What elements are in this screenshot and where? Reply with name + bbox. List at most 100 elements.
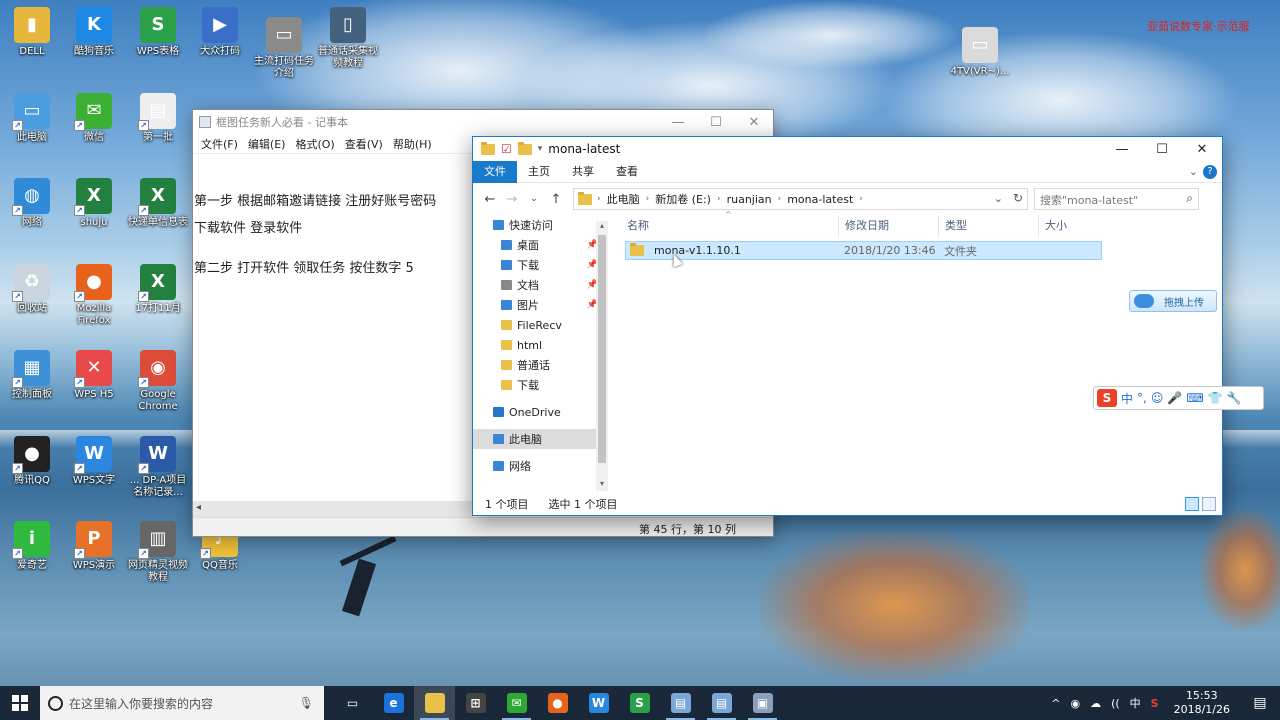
desktop-icon[interactable]: W ↗ WPS文字 [62, 436, 126, 487]
menu-format[interactable]: 格式(O) [290, 134, 339, 153]
search-icon[interactable]: ⌕ [1186, 191, 1193, 206]
scroll-up-icon[interactable]: ▴ [596, 221, 608, 233]
nav-item[interactable]: 普通话 [473, 355, 608, 375]
help-icon[interactable]: ? [1203, 165, 1217, 179]
desktop-icon[interactable]: ✉ ↗ 微信 [62, 93, 126, 144]
nav-item[interactable]: FileRecv [473, 315, 608, 335]
nav-item[interactable]: 快速访问 [473, 215, 608, 235]
desktop-icon[interactable]: ▭ 4TV(VR~)... [948, 27, 1012, 78]
nav-item[interactable]: 下载 📌 [473, 255, 608, 275]
scroll-left-icon[interactable]: ◂ [196, 502, 201, 513]
tab-share[interactable]: 共享 [561, 161, 605, 183]
desktop-icon[interactable]: ▭ ↗ 此电脑 [0, 93, 64, 144]
desktop-icon[interactable]: ● ↗ Mozilla Firefox [62, 264, 126, 327]
menu-edit[interactable]: 编辑(E) [243, 134, 291, 153]
taskbar-app-notepad[interactable]: ▤ [660, 686, 701, 720]
desktop-icon[interactable]: ▶ 大众打码 [188, 7, 252, 58]
desktop-icon[interactable]: ◍ ↗ 网络 [0, 178, 64, 229]
large-icons-view-icon[interactable] [1202, 497, 1216, 511]
navigation-scrollbar[interactable]: ▴ ▾ [596, 221, 608, 491]
microphone-icon[interactable]: 🎙 [299, 696, 314, 710]
new-folder-icon[interactable] [517, 141, 532, 155]
desktop-icon[interactable]: ▤ ↗ 第一批 [126, 93, 190, 144]
taskbar-app-edge[interactable]: e [373, 686, 414, 720]
notepad-text-area[interactable]: 第一步 根据邮箱邀请链接 注册好账号密码 下载软件 登录软件 第二步 打开软件 … [194, 188, 472, 282]
close-button[interactable]: ✕ [735, 110, 773, 134]
desktop-icon[interactable]: ◉ ↗ Google Chrome [126, 350, 190, 413]
tab-file[interactable]: 文件 [473, 160, 517, 183]
start-button[interactable] [0, 686, 40, 720]
tab-home[interactable]: 主页 [517, 161, 561, 183]
desktop-icon[interactable]: W ↗... DP-A项目名称记录... [126, 436, 190, 499]
horizontal-scrollbar[interactable]: ◂ [193, 501, 475, 517]
ime-punctuation-icon[interactable]: °, [1137, 391, 1147, 405]
desktop-icon[interactable]: ✕ ↗ WPS H5 [62, 350, 126, 401]
search-input[interactable]: 搜索"mona-latest" ⌕ [1034, 188, 1199, 210]
nav-item[interactable]: 桌面 📌 [473, 235, 608, 255]
customize-dropdown-icon[interactable]: ▾ [538, 144, 543, 154]
breadcrumb-mona-latest[interactable]: mona-latest [787, 193, 853, 206]
file-explorer-window[interactable]: ☑ ▾ mona-latest — ☐ ✕ 文件 主页 共享 查看 ⌄ ? ← … [472, 136, 1223, 516]
nav-item[interactable]: OneDrive [473, 402, 608, 422]
taskbar-app-wps-writer[interactable]: W [578, 686, 619, 720]
chevron-down-icon[interactable]: ⌄ [1189, 161, 1198, 183]
input-language-icon[interactable]: 中 [1125, 695, 1146, 711]
nav-item[interactable]: 此电脑 [473, 429, 608, 449]
nav-item[interactable]: 网络 [473, 456, 608, 476]
taskbar-app-wechat[interactable]: ✉ [496, 686, 537, 720]
sogou-logo-icon[interactable]: S [1097, 389, 1117, 407]
tab-view[interactable]: 查看 [605, 161, 649, 183]
taskbar-app-notepad-2[interactable]: ▤ [701, 686, 742, 720]
desktop-icon[interactable]: ▭ 主流打码任务介绍 [252, 17, 316, 80]
taskbar-search[interactable]: 在这里输入你要搜索的内容 🎙 [40, 686, 324, 720]
taskbar-app-store[interactable]: ⊞ [455, 686, 496, 720]
menu-file[interactable]: 文件(F) [196, 134, 243, 153]
scroll-down-icon[interactable]: ▾ [596, 479, 608, 491]
ime-keyboard-icon[interactable]: ⌨ [1186, 391, 1203, 405]
nav-item[interactable]: 图片 📌 [473, 295, 608, 315]
sogou-tray-icon[interactable]: S [1146, 697, 1164, 710]
nav-item[interactable]: 下载 [473, 375, 608, 395]
taskbar-app-file-explorer[interactable] [414, 686, 455, 720]
show-hidden-icons[interactable]: ^ [1046, 697, 1065, 710]
ime-voice-icon[interactable]: 🎤 [1167, 391, 1182, 405]
maximize-button[interactable]: ☐ [697, 110, 735, 134]
back-arrow-icon[interactable]: ← [479, 192, 501, 207]
ime-emoji-icon[interactable]: ☺ [1151, 391, 1164, 405]
address-dropdown-icon[interactable]: ⌄ [994, 192, 1003, 205]
desktop-icon[interactable]: ▦ ↗ 控制面板 [0, 350, 64, 401]
up-arrow-icon[interactable]: ↑ [545, 192, 567, 207]
address-bar[interactable]: › 此电脑 › 新加卷 (E:) › ruanjian › mona-lates… [573, 188, 1028, 210]
maximize-button[interactable]: ☐ [1142, 137, 1182, 161]
desktop-icon[interactable]: i ↗ 爱奇艺 [0, 521, 64, 572]
breadcrumb-drive[interactable]: 新加卷 (E:) [655, 191, 711, 207]
desktop-icon[interactable]: ● ↗ 腾讯QQ [0, 436, 64, 487]
breadcrumb-ruanjian[interactable]: ruanjian [727, 193, 772, 206]
chrome-tray-icon[interactable]: ◉ [1065, 697, 1085, 710]
clock[interactable]: 15:53 2018/1/26 [1164, 689, 1240, 717]
file-row[interactable]: mona-v1.1.10.1 2018/1/20 13:46 文件夹 [625, 241, 1102, 260]
desktop-icon[interactable]: K 酷狗音乐 [62, 7, 126, 58]
network-tray-icon[interactable]: (( [1106, 697, 1125, 710]
desktop-icon[interactable]: ▮ DELL [0, 7, 64, 58]
ime-tools-icon[interactable]: 🔧 [1227, 391, 1242, 405]
desktop-icon[interactable]: ▯ 普通话采集视频教程 [316, 7, 380, 70]
desktop-icon[interactable]: X ↗ 17打11月 [126, 264, 190, 315]
taskbar-app-tool[interactable]: ▣ [742, 686, 783, 720]
refresh-icon[interactable]: ↻ [1013, 191, 1023, 205]
properties-icon[interactable]: ☑ [501, 142, 512, 156]
column-type[interactable]: 类型 [939, 215, 1039, 237]
menu-help[interactable]: 帮助(H) [388, 134, 437, 153]
breadcrumb-this-pc[interactable]: 此电脑 [607, 191, 640, 207]
taskbar-app-wps-sheet[interactable]: S [619, 686, 660, 720]
taskbar-app-firefox[interactable]: ● [537, 686, 578, 720]
drag-upload-button[interactable]: 拖拽上传 [1129, 290, 1217, 312]
minimize-button[interactable]: — [1102, 137, 1142, 161]
ime-skin-icon[interactable]: 👕 [1208, 391, 1223, 405]
close-button[interactable]: ✕ [1182, 137, 1222, 161]
menu-view[interactable]: 查看(V) [340, 134, 388, 153]
desktop-icon[interactable]: S WPS表格 [126, 7, 190, 58]
minimize-button[interactable]: — [659, 110, 697, 134]
desktop-icon[interactable]: ♻ ↗ 回收站 [0, 264, 64, 315]
desktop-icon[interactable]: P ↗ WPS演示 [62, 521, 126, 572]
